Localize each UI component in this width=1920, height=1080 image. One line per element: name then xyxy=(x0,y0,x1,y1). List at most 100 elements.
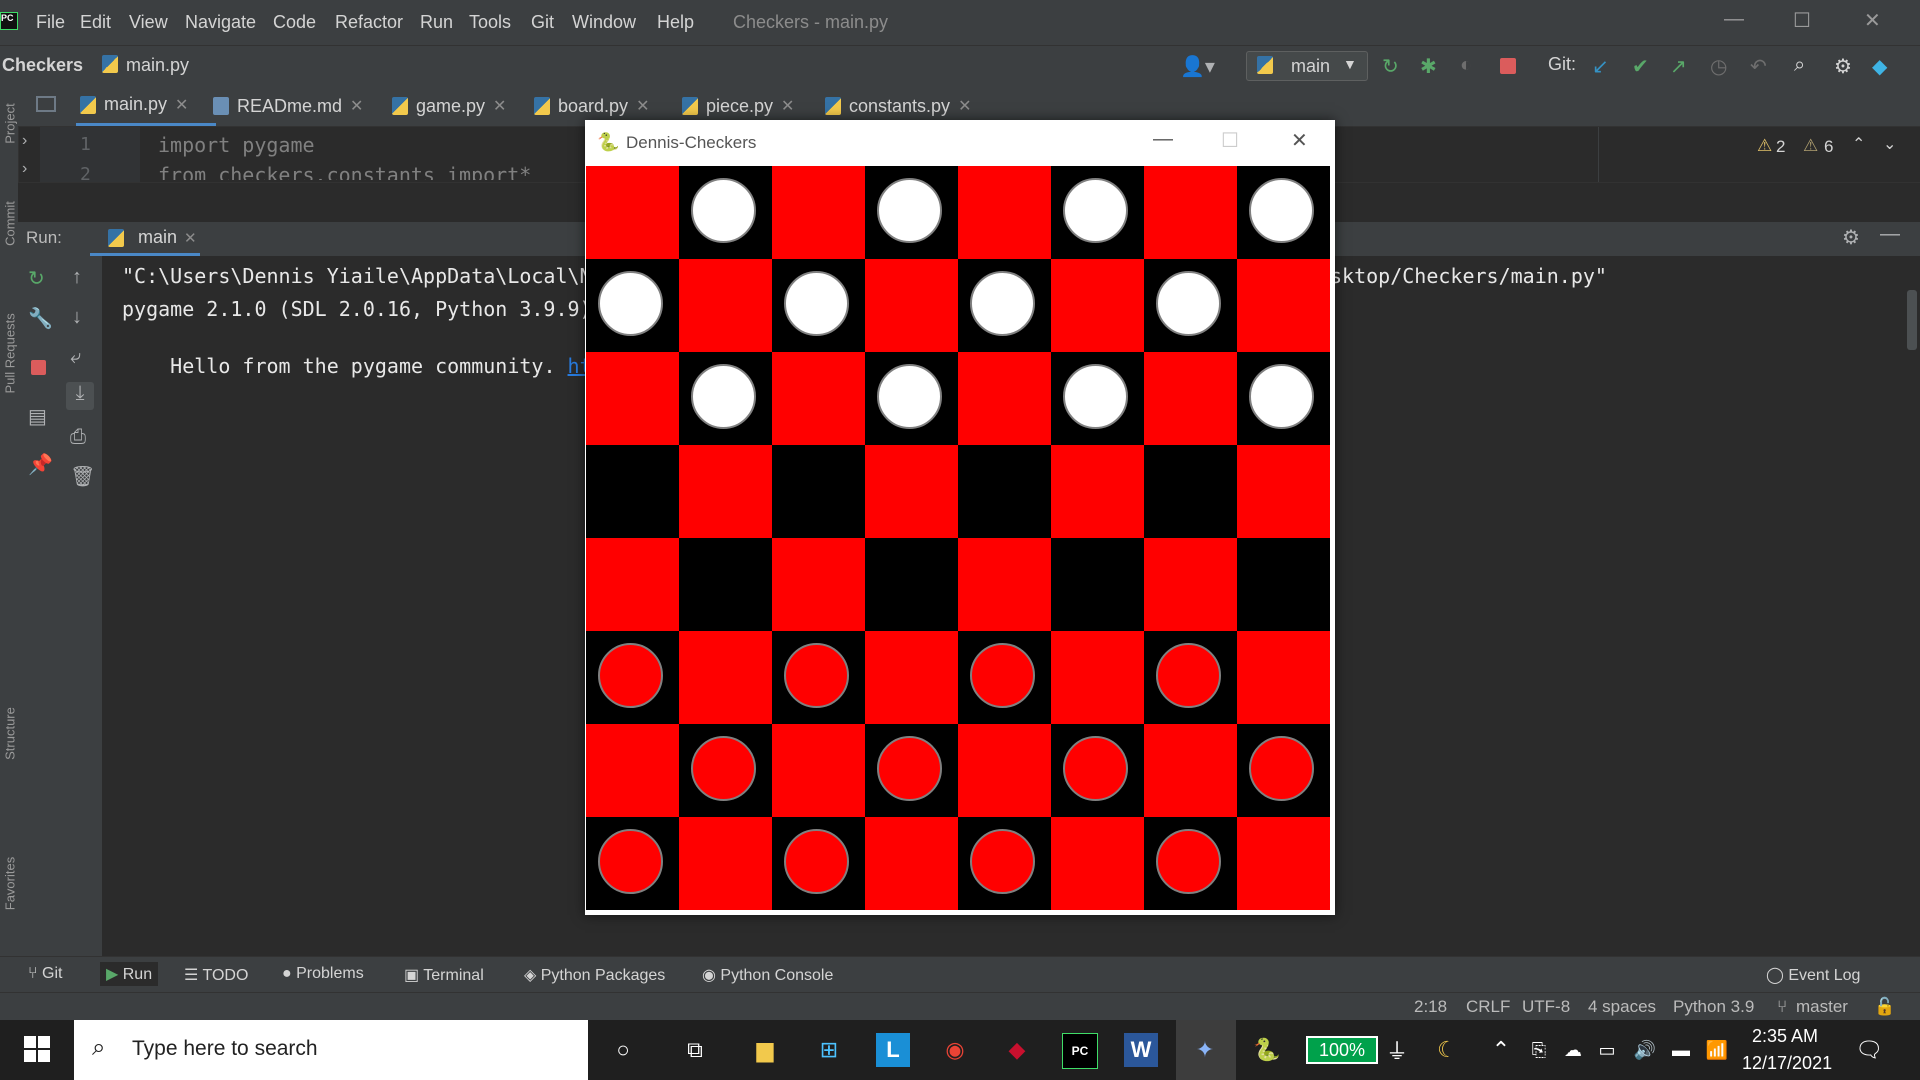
board-square[interactable] xyxy=(679,445,772,538)
tool-python-console[interactable]: ◉ Python Console xyxy=(702,965,833,985)
board-square[interactable] xyxy=(772,724,865,817)
red-piece[interactable] xyxy=(877,736,942,801)
line-separator[interactable]: CRLF xyxy=(1466,997,1510,1017)
close-button[interactable]: ✕ xyxy=(1864,8,1881,33)
menu-help[interactable]: Help xyxy=(657,12,694,33)
board-square[interactable] xyxy=(586,817,679,910)
breadcrumb-file[interactable]: main.py xyxy=(126,55,189,76)
tool-problems[interactable]: ● Problems xyxy=(282,965,364,983)
print-icon[interactable]: ⎙ xyxy=(70,426,86,449)
board-square[interactable] xyxy=(586,724,679,817)
display-icon[interactable]: ▭ xyxy=(1590,1033,1624,1067)
checkers-board[interactable] xyxy=(586,166,1330,910)
board-square[interactable] xyxy=(586,352,679,445)
user-icon[interactable]: 👤▾ xyxy=(1180,54,1215,79)
minimize-button[interactable]: — xyxy=(1724,8,1744,31)
stripe-structure[interactable]: Structure xyxy=(3,694,18,774)
app-l-icon[interactable]: L xyxy=(876,1033,910,1067)
menu-edit[interactable]: Edit xyxy=(80,12,111,33)
red-piece[interactable] xyxy=(784,643,849,708)
board-square[interactable] xyxy=(865,817,958,910)
board-square[interactable] xyxy=(1051,538,1144,631)
onedrive-icon[interactable]: ☁ xyxy=(1556,1033,1590,1067)
maximize-button[interactable]: ☐ xyxy=(1793,8,1811,33)
board-square[interactable] xyxy=(586,538,679,631)
code-line[interactable]: import pygame xyxy=(158,133,315,157)
scrollbar[interactable] xyxy=(1907,290,1917,350)
close-icon[interactable]: ✕ xyxy=(350,96,363,116)
board-square[interactable] xyxy=(586,445,679,538)
word-icon[interactable]: W xyxy=(1124,1033,1158,1067)
project-view-icon[interactable] xyxy=(36,96,56,112)
settings-icon[interactable]: ⚙ xyxy=(1834,54,1852,79)
tool-git[interactable]: ⑂ Git xyxy=(28,965,63,983)
rerun-icon[interactable]: ↻ xyxy=(28,266,45,291)
board-square[interactable] xyxy=(1051,817,1144,910)
meet-now-icon[interactable]: ⎘ xyxy=(1522,1033,1556,1067)
white-piece[interactable] xyxy=(1249,178,1314,243)
red-piece[interactable] xyxy=(784,829,849,894)
python-interpreter[interactable]: Python 3.9 xyxy=(1673,997,1754,1017)
board-square[interactable] xyxy=(1144,259,1237,352)
white-piece[interactable] xyxy=(1249,364,1314,429)
trash-icon[interactable]: 🗑 xyxy=(70,464,95,489)
stop-icon[interactable] xyxy=(31,360,46,375)
run-tab[interactable]: main ✕ xyxy=(90,222,200,256)
run-config-selector[interactable]: main ▼ xyxy=(1246,51,1368,81)
clock-date[interactable]: 12/17/2021 xyxy=(1742,1053,1832,1074)
breadcrumb-project[interactable]: Checkers xyxy=(2,55,83,76)
stripe-commit[interactable]: Commit xyxy=(3,184,18,264)
board-square[interactable] xyxy=(865,445,958,538)
file-encoding[interactable]: UTF-8 xyxy=(1522,997,1570,1017)
board-square[interactable] xyxy=(958,538,1051,631)
tool-event-log[interactable]: ◯ Event Log xyxy=(1766,965,1860,985)
close-icon[interactable]: ✕ xyxy=(958,96,971,116)
windows-start-icon[interactable] xyxy=(24,1036,50,1062)
red-piece[interactable] xyxy=(970,643,1035,708)
menu-code[interactable]: Code xyxy=(273,12,316,33)
layout-icon[interactable]: ▤ xyxy=(28,404,47,429)
white-piece[interactable] xyxy=(784,271,849,336)
board-square[interactable] xyxy=(586,166,679,259)
tool-terminal[interactable]: ▣ Terminal xyxy=(404,965,484,985)
cortana-icon[interactable]: ○ xyxy=(606,1033,640,1067)
board-square[interactable] xyxy=(772,259,865,352)
volume-icon[interactable]: 🔊 xyxy=(1628,1033,1662,1067)
board-square[interactable] xyxy=(586,259,679,352)
white-piece[interactable] xyxy=(691,364,756,429)
rerun-icon[interactable]: ↻ xyxy=(1382,54,1399,79)
board-square[interactable] xyxy=(1144,817,1237,910)
board-square[interactable] xyxy=(679,166,772,259)
scroll-to-end-icon[interactable]: ⤓ xyxy=(66,382,94,410)
python-launcher-icon[interactable]: ✦ xyxy=(1188,1033,1222,1067)
board-square[interactable] xyxy=(1051,724,1144,817)
board-square[interactable] xyxy=(865,631,958,724)
coverage-icon[interactable]: ◐ xyxy=(1460,54,1472,77)
expand-icon[interactable]: › xyxy=(22,132,27,150)
search-icon[interactable]: ⌕ xyxy=(1794,54,1805,77)
board-square[interactable] xyxy=(772,631,865,724)
red-piece[interactable] xyxy=(970,829,1035,894)
board-square[interactable] xyxy=(1144,445,1237,538)
board-square[interactable] xyxy=(958,631,1051,724)
tab-readme-md[interactable]: READme.md ✕ xyxy=(213,86,363,126)
board-square[interactable] xyxy=(1144,724,1237,817)
warning-icon[interactable]: ⚠ xyxy=(1757,136,1772,156)
board-square[interactable] xyxy=(1144,538,1237,631)
history-icon[interactable]: ◷ xyxy=(1710,54,1727,79)
white-piece[interactable] xyxy=(1063,178,1128,243)
board-square[interactable] xyxy=(958,166,1051,259)
board-square[interactable] xyxy=(958,259,1051,352)
night-light-icon[interactable]: ☾ xyxy=(1430,1033,1464,1067)
board-square[interactable] xyxy=(772,166,865,259)
board-square[interactable] xyxy=(679,352,772,445)
tool-todo[interactable]: ☰ TODO xyxy=(184,965,248,985)
board-square[interactable] xyxy=(679,538,772,631)
red-piece[interactable] xyxy=(1063,736,1128,801)
white-piece[interactable] xyxy=(691,178,756,243)
menu-file[interactable]: File xyxy=(36,12,65,33)
board-square[interactable] xyxy=(772,817,865,910)
clock-time[interactable]: 2:35 AM xyxy=(1752,1026,1818,1047)
git-branch[interactable]: master xyxy=(1796,997,1848,1017)
indent-setting[interactable]: 4 spaces xyxy=(1588,997,1656,1017)
